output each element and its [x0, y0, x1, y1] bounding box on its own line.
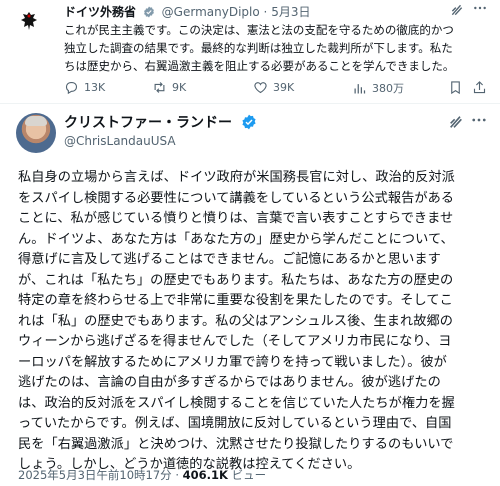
more-icon[interactable] — [470, 111, 488, 133]
quoted-action-bar: 13K 9K 39K 380万 — [64, 80, 488, 96]
verified-gray-icon — [143, 6, 154, 18]
author-handle[interactable]: @ChrisLandauUSA — [64, 133, 176, 149]
avatar[interactable] — [16, 113, 56, 153]
view-count: 380万 — [372, 82, 404, 95]
quoted-author-name[interactable]: ドイツ外務省 — [64, 5, 136, 19]
bookmark-button[interactable] — [448, 80, 463, 95]
eagle-avatar-icon[interactable] — [16, 8, 42, 34]
like-icon — [254, 82, 267, 94]
grok-icon[interactable] — [448, 114, 464, 134]
grok-icon[interactable] — [450, 3, 464, 21]
separator-dot: · — [263, 5, 268, 19]
quoted-text: これが民主主義です。この決定は、憲法と法の支配を守るための徹底的かつ 独立した調… — [64, 23, 455, 73]
like-count: 39K — [273, 81, 295, 94]
reply-icon — [65, 81, 78, 95]
repost-icon — [154, 82, 165, 93]
quoted-header: ドイツ外務省 @GermanyDiplo · 5月3日 — [64, 4, 310, 20]
more-icon[interactable] — [472, 0, 488, 20]
repost-button[interactable]: 9K — [152, 80, 186, 95]
quoted-tweet[interactable]: ドイツ外務省 @GermanyDiplo · 5月3日 これが民主主義です。この… — [0, 0, 500, 104]
separator-dot: · — [175, 468, 179, 482]
tweet-meta: 2025年5月3日午前10時17分 · 406.1K ビュー — [18, 467, 266, 483]
like-button[interactable]: 39K — [253, 80, 294, 95]
repost-count: 9K — [172, 81, 187, 94]
tweet-text: 私自身の立場から言えば、ドイツ政府が米国務長官に対し、政治的反対派 をスパイし検… — [18, 170, 455, 472]
author-name-row: クリストファー・ランドー — [64, 114, 257, 132]
views-label: ビュー — [231, 468, 267, 482]
tweet-timestamp[interactable]: 2025年5月3日午前10時17分 — [18, 468, 172, 482]
analytics-icon — [354, 83, 366, 93]
verified-blue-icon — [242, 114, 256, 130]
author-name[interactable]: クリストファー・ランドー — [64, 115, 232, 131]
share-button[interactable] — [472, 80, 487, 95]
share-icon — [473, 81, 486, 94]
quoted-date[interactable]: 5月3日 — [271, 5, 310, 19]
reply-button[interactable]: 13K — [64, 80, 105, 95]
views-count: 406.1K — [182, 468, 228, 482]
bookmark-icon — [451, 81, 460, 95]
analytics-button[interactable]: 380万 — [352, 80, 404, 96]
reply-count: 13K — [84, 81, 106, 94]
quoted-handle[interactable]: @GermanyDiplo — [162, 5, 260, 19]
